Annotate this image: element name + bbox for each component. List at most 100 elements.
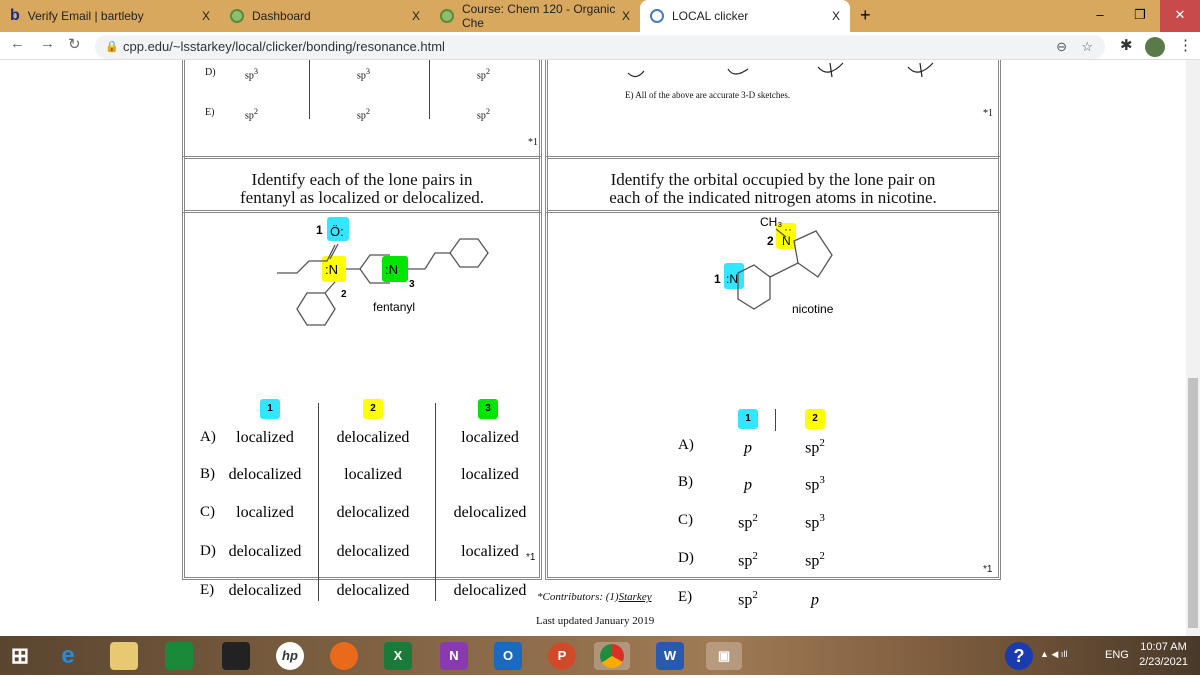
close-icon[interactable]: X — [832, 9, 840, 23]
outlook-icon[interactable]: O — [494, 642, 522, 670]
windows-start-icon[interactable]: ⊞ — [6, 642, 34, 670]
question-title: Identify each of the lone pairs in fentan… — [239, 170, 485, 207]
scrollbar-thumb[interactable] — [1188, 378, 1198, 628]
vote-mark: *1 — [526, 552, 536, 563]
chrome-icon[interactable] — [594, 642, 630, 670]
answer-cell: localized — [236, 429, 294, 446]
internet-explorer-icon[interactable]: e — [54, 642, 82, 670]
star-icon[interactable]: ☆ — [1081, 35, 1093, 59]
address-bar: ← → ↻ 🔒 cpp.edu/~lsstarkey/local/clicker/… — [0, 32, 1200, 60]
tab-dashboard[interactable]: Dashboard X — [220, 0, 430, 32]
svg-text:N: N — [782, 234, 791, 248]
answer-cell: delocalized — [336, 429, 410, 446]
svg-text:Ö:: Ö: — [330, 224, 344, 239]
answer-cell: delocalized — [453, 582, 527, 599]
avatar[interactable] — [1145, 37, 1165, 57]
question-cell-nicotine: Identify the orbital occupied by the lon… — [545, 156, 1001, 608]
option-letter: C) — [678, 512, 693, 528]
new-tab-button[interactable]: + — [860, 5, 871, 26]
answer-cell: delocalized — [228, 543, 302, 560]
extensions-icon[interactable]: ✱ — [1120, 36, 1133, 54]
answer-cell: delocalized — [453, 504, 527, 521]
menu-icon[interactable]: ⋮ — [1178, 36, 1193, 54]
language-indicator[interactable]: ENG — [1105, 649, 1129, 661]
option-letter: E) — [678, 589, 693, 605]
option-letter: E) — [205, 107, 215, 118]
firefox-icon[interactable] — [330, 642, 358, 670]
fentanyl-structure: 1 Ö: :N :N 2 3 fentanyl — [277, 217, 489, 326]
tab-strip: b Verify Email | bartleby X Dashboard X Cou… — [0, 0, 1200, 32]
divider — [435, 403, 436, 601]
word-icon[interactable]: W — [656, 642, 684, 670]
close-icon[interactable]: X — [622, 9, 630, 23]
minimize-button[interactable]: – — [1080, 0, 1120, 32]
answer-cell: sp2 — [738, 550, 758, 570]
answer-cell: delocalized — [336, 543, 410, 560]
svg-text::N: :N — [385, 262, 398, 277]
svg-text:3: 3 — [409, 279, 415, 290]
tab-title: Course: Chem 120 - Organic Che — [461, 2, 616, 30]
badge-2: 2 — [363, 399, 383, 419]
vote-mark: *1 — [983, 564, 993, 575]
contributor-link[interactable]: Starkey — [619, 591, 652, 603]
answer-cell: sp3 — [805, 474, 825, 494]
option-letter: D) — [205, 67, 216, 78]
option-letter: E) — [200, 582, 215, 598]
file-explorer-icon[interactable] — [110, 642, 138, 670]
restore-button[interactable]: ❐ — [1120, 0, 1160, 32]
answer-cell: p — [744, 476, 752, 494]
hp-icon[interactable]: hp — [276, 642, 304, 670]
svg-text:CH₃: CH₃ — [760, 215, 782, 229]
option-letter: A) — [200, 429, 216, 445]
tab-bartleby[interactable]: b Verify Email | bartleby X — [0, 0, 220, 32]
svg-text:1: 1 — [316, 223, 323, 237]
nicotine-structure: CH₃ 2 N ·· 1 :N nicotine — [714, 215, 834, 316]
badge-1: 1 — [738, 409, 758, 429]
url-input[interactable]: 🔒 cpp.edu/~lsstarkey/local/clicker/bondin… — [95, 35, 1105, 59]
option-letter: D) — [200, 543, 216, 559]
answer-cell: delocalized — [336, 504, 410, 521]
answer-cell: delocalized — [336, 582, 410, 599]
photos-icon[interactable]: ▣ — [706, 642, 742, 670]
option-letter: A) — [678, 437, 694, 453]
scrollbar[interactable] — [1186, 60, 1200, 636]
question-cell-fentanyl: Identify each of the lone pairs in fentan… — [182, 156, 542, 601]
reload-icon[interactable]: ↻ — [68, 35, 81, 53]
divider — [318, 403, 319, 601]
svg-text:2: 2 — [767, 234, 774, 248]
answer-cell: sp2 — [805, 550, 825, 570]
site-icon — [230, 9, 244, 23]
answer-cell: p — [811, 591, 819, 609]
excel-icon[interactable]: X — [384, 642, 412, 670]
powerpoint-icon[interactable]: P — [548, 642, 576, 670]
answer: sp2 — [357, 107, 371, 122]
close-icon[interactable]: X — [202, 9, 210, 23]
answer-cell: localized — [236, 504, 294, 521]
option-letter: C) — [200, 504, 215, 520]
close-icon[interactable]: X — [412, 9, 420, 23]
tray-arrow-icon[interactable]: ▲ ◀ ıll — [1040, 649, 1067, 660]
answer-cell: sp2 — [805, 437, 825, 457]
answer: sp2 — [477, 107, 491, 122]
svg-text:fentanyl: fentanyl — [373, 300, 415, 314]
onenote-icon[interactable]: N — [440, 642, 468, 670]
answer: sp3 — [357, 67, 371, 82]
help-icon[interactable]: ? — [1005, 642, 1033, 670]
clock[interactable]: 10:07 AM 2/23/2021 — [1139, 640, 1188, 670]
tab-course[interactable]: Course: Chem 120 - Organic Che X — [430, 0, 640, 32]
answer-cell: p — [744, 439, 752, 457]
zoom-icon[interactable]: ⊖ — [1056, 35, 1067, 59]
close-window-button[interactable]: ✕ — [1160, 0, 1200, 32]
paint-app-icon[interactable] — [222, 642, 250, 670]
back-icon[interactable]: ← — [10, 35, 25, 52]
svg-text:1: 1 — [714, 272, 721, 286]
option-letter: B) — [678, 474, 693, 490]
answer-cell: delocalized — [228, 582, 302, 599]
badge-2: 2 — [805, 409, 825, 429]
tab-local-clicker[interactable]: LOCAL clicker X — [640, 0, 850, 32]
answer-cell: localized — [461, 429, 519, 446]
contributors: *Contributors: (1)Starkey — [537, 591, 652, 603]
store-icon[interactable] — [165, 642, 193, 670]
site-icon — [440, 9, 454, 23]
forward-icon[interactable]: → — [40, 35, 55, 52]
